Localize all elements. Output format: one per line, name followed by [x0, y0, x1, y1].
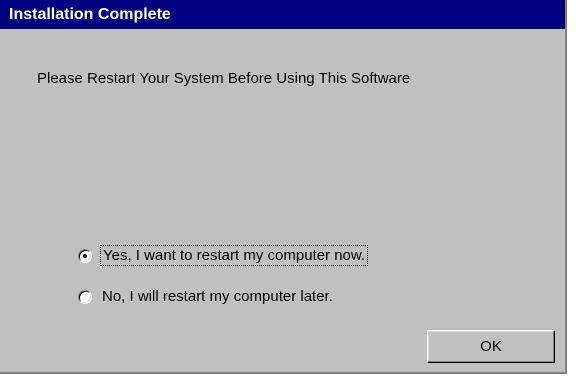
restart-now-option[interactable]: Yes, I want to restart my computer now.	[78, 245, 369, 266]
installation-dialog: Installation Complete Please Restart You…	[0, 0, 567, 374]
restart-later-option[interactable]: No, I will restart my computer later.	[78, 288, 333, 305]
restart-now-label[interactable]: Yes, I want to restart my computer now.	[99, 245, 369, 266]
title-bar: Installation Complete	[0, 0, 565, 29]
ok-button[interactable]: OK	[427, 330, 555, 363]
radio-unselected-icon[interactable]	[78, 289, 92, 304]
radio-selected-icon[interactable]	[78, 248, 92, 263]
screen: Installation Complete Please Restart You…	[0, 0, 576, 379]
restart-later-label[interactable]: No, I will restart my computer later.	[102, 288, 333, 305]
restart-message: Please Restart Your System Before Using …	[37, 70, 411, 87]
